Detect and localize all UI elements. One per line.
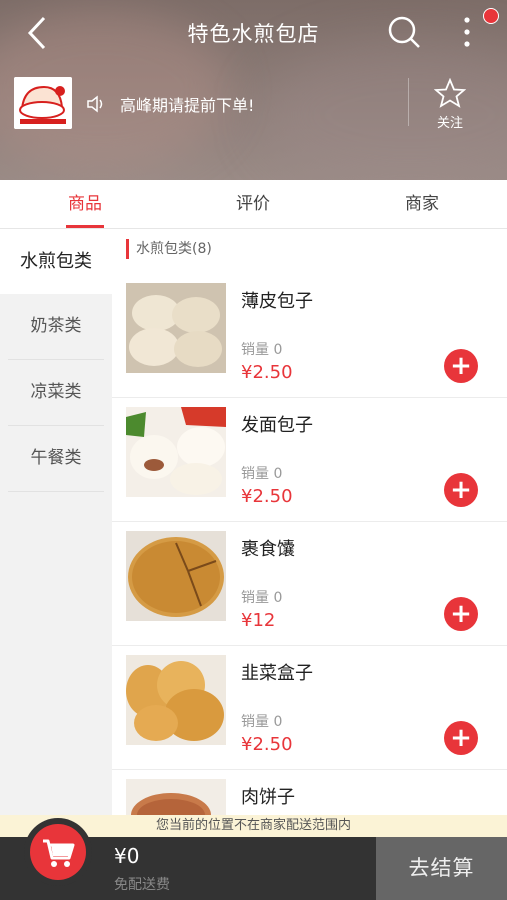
notice-text: 高峰期请提前下单! <box>120 96 255 115</box>
product-name: 韭菜盒子 <box>241 663 313 684</box>
sidebar-item-lunch[interactable]: 午餐类 <box>8 426 104 492</box>
tab-products[interactable]: 商品 <box>40 180 130 228</box>
divider <box>408 78 409 126</box>
tab-reviews[interactable]: 评价 <box>208 180 298 228</box>
delivery-fee-note: 免配送费 <box>114 877 170 893</box>
tab-bar: 商品 评价 商家 <box>0 180 507 229</box>
add-to-cart-button[interactable]: + <box>444 349 478 383</box>
product-item[interactable]: 发面包子 销量 0 ¥2.50 + <box>112 397 507 522</box>
product-image <box>126 655 226 745</box>
product-name: 发面包子 <box>241 415 313 436</box>
product-item[interactable]: 裹食馕 销量 0 ¥12 + <box>112 521 507 646</box>
checkout-button[interactable]: 去结算 <box>376 837 507 900</box>
store-logo <box>14 77 72 129</box>
product-price: ¥2.50 <box>241 486 293 507</box>
product-price: ¥2.50 <box>241 734 293 755</box>
product-price: ¥12 <box>241 610 276 631</box>
page-title: 特色水煎包店 <box>187 22 320 46</box>
sidebar-item-cold-dishes[interactable]: 凉菜类 <box>8 360 104 426</box>
product-image <box>126 531 226 621</box>
search-icon[interactable] <box>386 14 422 50</box>
product-price: ¥2.50 <box>241 362 293 383</box>
product-name: 肉饼子 <box>241 787 295 808</box>
star-icon <box>433 77 467 108</box>
notification-dot <box>483 8 499 24</box>
category-title: 水煎包类(8) <box>126 239 212 259</box>
cart-total: ¥0 <box>114 844 140 868</box>
category-sidebar: 水煎包类 奶茶类 凉菜类 午餐类 <box>0 229 112 839</box>
shopping-cart-icon <box>43 839 75 867</box>
product-sales: 销量 0 <box>241 714 283 730</box>
product-sales: 销量 0 <box>241 466 283 482</box>
sidebar-item-shuijianbao[interactable]: 水煎包类 <box>0 229 112 294</box>
cart-button[interactable] <box>24 818 92 886</box>
more-options-icon[interactable] <box>455 12 479 52</box>
product-image <box>126 407 226 497</box>
product-image <box>126 283 226 373</box>
add-to-cart-button[interactable]: + <box>444 473 478 507</box>
speaker-icon <box>87 95 103 113</box>
product-list: 水煎包类(8) 薄皮包子 销量 0 ¥2.50 + 发面包子 销量 0 ¥2.5… <box>112 229 507 839</box>
product-item[interactable]: 薄皮包子 销量 0 ¥2.50 + <box>112 273 507 398</box>
top-bar: 特色水煎包店 <box>0 0 507 66</box>
add-to-cart-button[interactable]: + <box>444 721 478 755</box>
tab-merchant[interactable]: 商家 <box>377 180 467 228</box>
product-sales: 销量 0 <box>241 342 283 358</box>
product-item[interactable]: 韭菜盒子 销量 0 ¥2.50 + <box>112 645 507 770</box>
store-notice: 高峰期请提前下单! <box>86 92 254 116</box>
sidebar-item-milk-tea[interactable]: 奶茶类 <box>8 294 104 360</box>
product-name: 裹食馕 <box>241 539 295 560</box>
store-header: 特色水煎包店 高峰期请提前下单! 关注 <box>0 0 507 180</box>
product-name: 薄皮包子 <box>241 291 313 312</box>
add-to-cart-button[interactable]: + <box>444 597 478 631</box>
product-sales: 销量 0 <box>241 590 283 606</box>
follow-label: 关注 <box>436 116 463 131</box>
follow-button[interactable]: 关注 <box>426 77 474 131</box>
